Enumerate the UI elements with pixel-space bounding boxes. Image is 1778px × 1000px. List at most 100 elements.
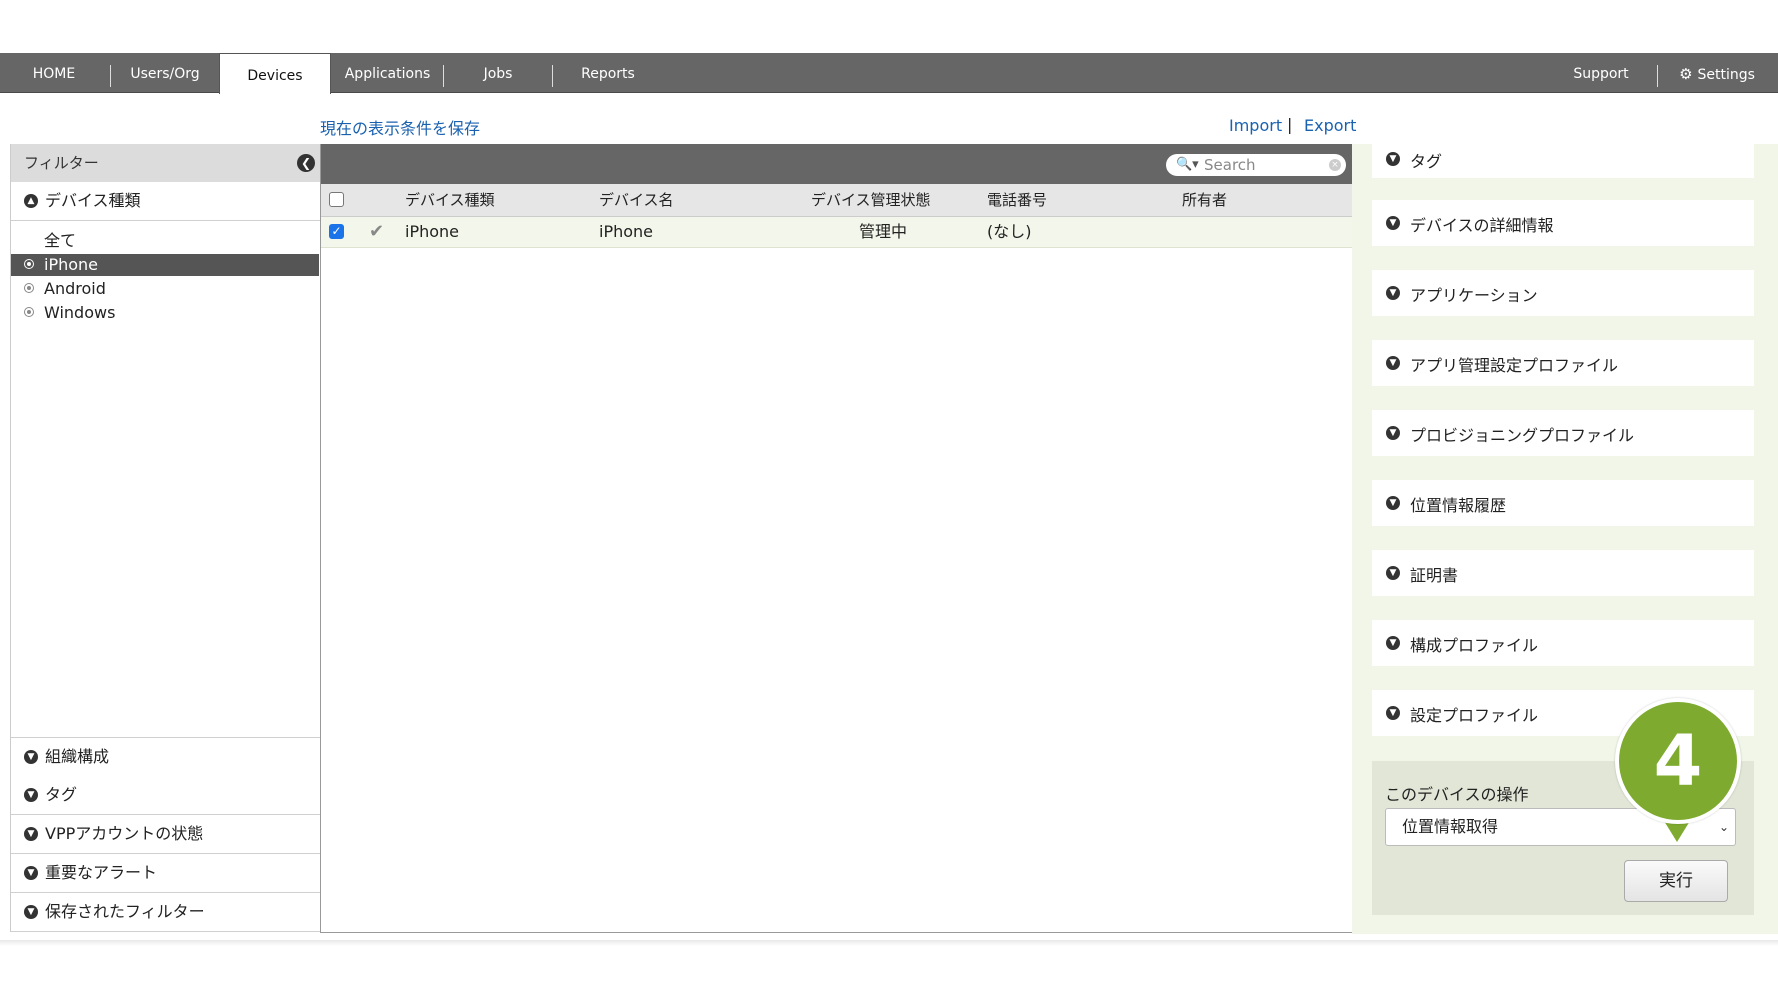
chevron-down-icon: ▼ [1386,706,1400,720]
chevron-down-icon: ▼ [24,788,38,802]
table-header: デバイス種類 デバイス名 デバイス管理状態 電話番号 所有者 [321,184,1352,217]
chevron-down-icon: ▼ [1386,152,1400,166]
support-link[interactable]: Support [1563,53,1639,92]
tab-users-org[interactable]: Users/Org [120,53,210,92]
detail-section-label: デバイスの詳細情報 [1410,216,1554,235]
section-tag[interactable]: ▼ タグ [11,776,321,815]
tab-jobs[interactable]: Jobs [458,53,538,92]
tab-applications[interactable]: Applications [340,53,435,92]
settings-link[interactable]: ⚙ Settings [1672,53,1762,92]
filter-item-all[interactable]: 全て [11,230,319,252]
radio-icon [24,259,34,269]
section-device-type[interactable]: ▲ デバイス種類 [11,182,321,221]
chevron-down-icon: ▼ [1386,426,1400,440]
cell-device-name: iPhone [599,222,654,241]
chevron-down-icon: ▼ [24,827,38,841]
section-label: タグ [45,785,78,804]
chevron-down-icon: ⌄ [1718,820,1729,834]
chevron-up-icon: ▲ [24,194,38,208]
chevron-down-icon: ▼ [1386,496,1400,510]
tab-devices[interactable]: Devices [219,53,331,94]
section-label: VPPアカウントの状態 [45,824,204,843]
select-all-checkbox[interactable] [329,192,344,207]
detail-section-label: プロビジョニングプロファイル [1410,426,1635,445]
filter-item-label: Android [44,279,106,298]
cell-status: 管理中 [859,222,908,241]
save-view-link[interactable]: 現在の表示条件を保存 [320,115,480,139]
table-row[interactable]: ✓ ✔ iPhone iPhone 管理中 (なし) [321,217,1352,248]
detail-section-app-config[interactable]: ▼ アプリ管理設定プロファイル [1372,340,1754,386]
link-separator: | [1287,115,1293,134]
cell-device-type: iPhone [405,222,460,241]
filter-header: フィルター ❮ [11,144,321,182]
section-label: 重要なアラート [45,863,158,882]
list-toolbar: 🔍▾ Search × [321,144,1352,184]
detail-section-certificates[interactable]: ▼ 証明書 [1372,550,1754,596]
radio-icon [24,283,34,293]
nav-divider [443,65,444,87]
section-label: 組織構成 [45,747,110,766]
import-link[interactable]: Import [1229,116,1282,135]
radio-icon [24,307,34,317]
execute-button[interactable]: 実行 [1624,860,1728,902]
detail-section-label: 設定プロファイル [1410,706,1539,725]
filter-item-label: Windows [44,303,116,322]
nav-divider [110,65,111,87]
chevron-down-icon: ▼ [24,866,38,880]
detail-section-applications[interactable]: ▼ アプリケーション [1372,270,1754,316]
search-input[interactable]: 🔍▾ Search × [1166,154,1346,176]
bottom-shadow [0,940,1778,946]
detail-section-tag[interactable]: ▼ タグ [1372,132,1754,178]
search-placeholder: Search [1204,156,1256,174]
operations-label: このデバイスの操作 [1385,785,1529,804]
chevron-down-icon: ▼ [24,905,38,919]
nav-divider [552,65,553,87]
managed-check-icon: ✔ [369,221,385,242]
column-header[interactable]: デバイス名 [599,184,674,216]
detail-section-label: 証明書 [1410,566,1459,585]
chevron-down-icon: ▼ [1386,216,1400,230]
filter-item-label: 全て [44,231,77,250]
device-list: 🔍▾ Search × デバイス種類 デバイス名 デバイス管理状態 電話番号 所… [320,144,1353,933]
section-label: 保存されたフィルター [45,902,205,921]
tab-reports[interactable]: Reports [570,53,646,92]
device-detail-panel: ▼ タグ ▼ デバイスの詳細情報 ▼ アプリケーション ▼ アプリ管理設定プロフ… [1352,132,1778,934]
search-icon: 🔍▾ [1176,157,1199,172]
section-label: デバイス種類 [45,191,141,210]
export-link[interactable]: Export [1304,116,1356,135]
chevron-down-icon: ▼ [1386,566,1400,580]
column-header[interactable]: デバイス種類 [405,184,495,216]
step-marker: 4 [1615,698,1741,824]
tab-home[interactable]: HOME [18,53,90,92]
filter-item-android[interactable]: Android [11,278,319,300]
detail-section-location-history[interactable]: ▼ 位置情報履歴 [1372,480,1754,526]
gear-icon: ⚙ [1679,65,1693,83]
clear-icon[interactable]: × [1329,159,1341,171]
chevron-down-icon: ▼ [1386,356,1400,370]
filter-panel: フィルター ❮ ▲ デバイス種類 全て iPhone Android Windo… [10,144,321,932]
detail-section-device-info[interactable]: ▼ デバイスの詳細情報 [1372,200,1754,246]
chevron-down-icon: ▼ [1386,636,1400,650]
chevron-down-icon: ▼ [24,750,38,764]
column-header[interactable]: 電話番号 [987,184,1047,216]
section-org[interactable]: ▼ 組織構成 [11,737,321,777]
nav-divider [1657,65,1658,87]
detail-section-provisioning[interactable]: ▼ プロビジョニングプロファイル [1372,410,1754,456]
detail-section-config-profile[interactable]: ▼ 構成プロファイル [1372,620,1754,666]
filter-title: フィルター [24,154,99,172]
filter-item-iphone[interactable]: iPhone [11,254,319,276]
chevron-down-icon: ▼ [1386,286,1400,300]
filter-item-windows[interactable]: Windows [11,302,319,324]
section-vpp[interactable]: ▼ VPPアカウントの状態 [11,815,321,854]
filter-item-label: iPhone [44,255,99,274]
column-header[interactable]: 所有者 [1182,184,1227,216]
section-alerts[interactable]: ▼ 重要なアラート [11,854,321,893]
row-checkbox[interactable]: ✓ [329,224,344,239]
section-saved-filters[interactable]: ▼ 保存されたフィルター [11,893,321,932]
settings-label: Settings [1697,67,1755,83]
detail-section-label: タグ [1410,152,1443,171]
detail-section-label: アプリケーション [1410,286,1538,305]
column-header[interactable]: デバイス管理状態 [811,184,931,216]
collapse-panel-icon[interactable]: ❮ [297,154,315,172]
detail-section-label: アプリ管理設定プロファイル [1410,356,1619,375]
